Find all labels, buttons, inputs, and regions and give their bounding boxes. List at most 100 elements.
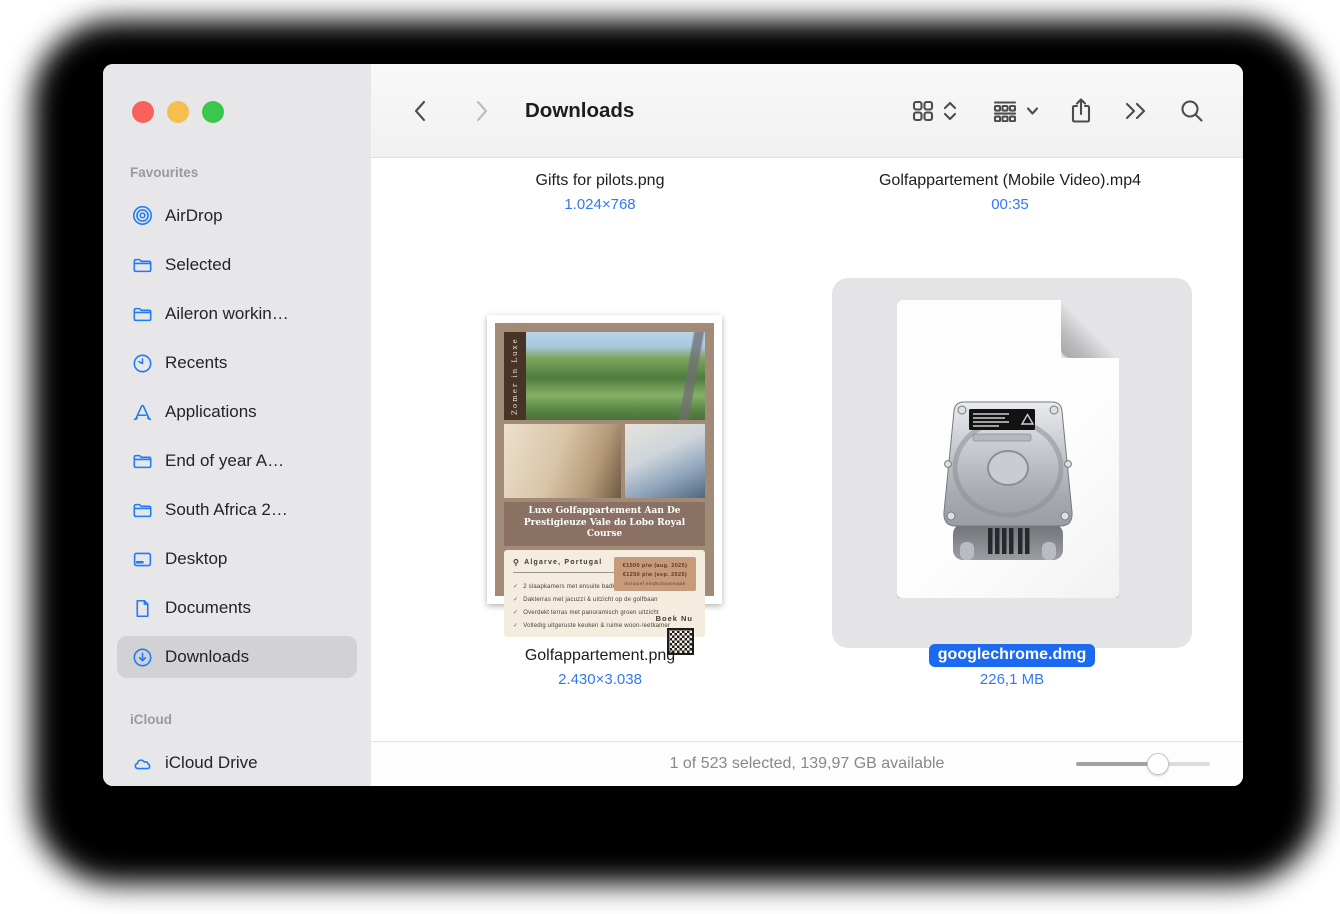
check-icon: ✓ (513, 622, 518, 629)
flyer-photo-livingroom (504, 424, 621, 498)
sidebar-item-label: Recents (165, 353, 227, 373)
double-chevron-right-icon (1123, 101, 1149, 121)
sidebar-item-desktop[interactable]: Desktop (117, 538, 357, 580)
sidebar-item-aileron-working[interactable]: Aileron workin… (117, 293, 357, 335)
document-icon (131, 597, 153, 619)
file-icon-googlechrome-dmg[interactable] (897, 300, 1119, 598)
traffic-lights (132, 101, 224, 123)
sidebar-item-label: Desktop (165, 549, 227, 569)
file-duration: 00:35 (874, 196, 1146, 213)
grid-view-icon (912, 100, 934, 122)
sidebar-item-south-africa[interactable]: South Africa 2… (117, 489, 357, 531)
status-bar: 1 of 523 selected, 139,97 GB available (371, 741, 1243, 786)
file-googlechrome-dmg-label[interactable]: googlechrome.dmg 226,1 MB (830, 644, 1194, 688)
file-size: 226,1 MB (830, 671, 1194, 688)
slider-thumb[interactable] (1147, 753, 1169, 775)
sidebar-section-icloud: iCloud (130, 712, 371, 732)
icloud-icon (131, 752, 153, 774)
share-icon (1069, 97, 1093, 125)
check-icon: ✓ (513, 596, 518, 603)
minimize-button[interactable] (167, 101, 189, 123)
sidebar-item-label: AirDrop (165, 206, 223, 226)
flyer-location: Algarve, Portugal (524, 559, 602, 566)
close-button[interactable] (132, 101, 154, 123)
file-dimensions: 2.430×3.038 (430, 671, 770, 688)
sidebar: Favourites AirDrop Selected Aileron work… (103, 64, 371, 786)
page-curl (1061, 300, 1119, 358)
back-button[interactable] (409, 98, 431, 124)
sidebar-item-recents[interactable]: Recents (117, 342, 357, 384)
sidebar-item-label: Downloads (165, 647, 249, 667)
file-golfappartement-png[interactable]: Golfappartement.png 2.430×3.038 (430, 645, 770, 688)
airdrop-icon (131, 205, 153, 227)
location-pin-icon: ⚲ (513, 558, 520, 567)
selected-file-name: googlechrome.dmg (929, 644, 1095, 667)
check-icon: ✓ (513, 609, 518, 616)
sidebar-item-end-of-year[interactable]: End of year A… (117, 440, 357, 482)
main-area: Downloads (371, 64, 1243, 786)
file-gifts-for-pilots[interactable]: Gifts for pilots.png 1.024×768 (430, 170, 770, 213)
folder-icon (131, 303, 153, 325)
status-text: 1 of 523 selected, 139,97 GB available (670, 755, 945, 773)
sidebar-item-label: Selected (165, 255, 231, 275)
folder-icon (131, 254, 153, 276)
hard-drive-icon (933, 396, 1083, 570)
toolbar: Downloads (371, 64, 1243, 158)
sidebar-item-icloud-drive[interactable]: iCloud Drive (117, 742, 357, 784)
group-by-control[interactable] (993, 100, 1039, 122)
sidebar-item-selected-folder[interactable]: Selected (117, 244, 357, 286)
flyer-feature: Overdekt terras met panoramisch groen ui… (523, 610, 659, 616)
folder-icon (131, 450, 153, 472)
flyer-title: Luxe Golfappartement Aan De Prestigieuze… (504, 502, 705, 546)
search-icon (1179, 98, 1205, 124)
desktop-icon (131, 548, 153, 570)
icon-size-slider[interactable] (1076, 753, 1210, 775)
flyer-graphic: Zomer in Luxe Luxe Golfappartement Aan D… (495, 323, 714, 596)
sidebar-item-label: South Africa 2… (165, 500, 288, 520)
finder-window: Favourites AirDrop Selected Aileron work… (103, 64, 1243, 786)
search-button[interactable] (1179, 98, 1205, 124)
sidebar-item-label: Applications (165, 402, 257, 422)
flyer-photo-golfcourse (526, 332, 705, 420)
flyer-vertical-banner: Zomer in Luxe (504, 332, 526, 420)
more-toolbar-items-button[interactable] (1123, 101, 1149, 121)
sidebar-item-label: Aileron workin… (165, 304, 289, 324)
share-button[interactable] (1069, 97, 1093, 125)
downloads-icon (131, 646, 153, 668)
flyer-photo-bedroom (625, 424, 705, 498)
flyer-price-box: €1500 p/w (aug. 2025) €1250 p/w (sep. 20… (614, 557, 696, 591)
group-by-icon (993, 100, 1017, 122)
file-name: Gifts for pilots.png (430, 170, 770, 192)
file-grid: Gifts for pilots.png 1.024×768 Golfappar… (371, 158, 1243, 741)
clock-icon (131, 352, 153, 374)
file-golfappartement-video[interactable]: Golfappartement (Mobile Video).mp4 00:35 (874, 170, 1146, 213)
flyer-book-now: Boek Nu (656, 614, 693, 623)
file-name: Golfappartement.png (430, 645, 770, 667)
file-dimensions: 1.024×768 (430, 196, 770, 213)
flyer-price-line: €1250 p/w (sep. 2025) (618, 571, 692, 580)
check-icon: ✓ (513, 583, 518, 590)
file-name: Golfappartement (Mobile Video).mp4 (874, 170, 1146, 192)
sidebar-item-airdrop[interactable]: AirDrop (117, 195, 357, 237)
flyer-price-line: inclusief eindschoonmaak (618, 580, 692, 587)
chevron-down-icon (1026, 106, 1039, 116)
file-thumbnail-golfappartement[interactable]: Zomer in Luxe Luxe Golfappartement Aan D… (487, 315, 722, 604)
sidebar-item-label: Documents (165, 598, 251, 618)
zoom-button[interactable] (202, 101, 224, 123)
sidebar-item-documents[interactable]: Documents (117, 587, 357, 629)
slider-fill (1076, 762, 1158, 766)
sidebar-section-favourites: Favourites (130, 165, 371, 185)
chevron-up-down-icon (943, 100, 957, 122)
flyer-feature: Dakterras met jacuzzi & uitzicht op de g… (523, 597, 657, 603)
forward-button[interactable] (471, 98, 493, 124)
sidebar-item-downloads[interactable]: Downloads (117, 636, 357, 678)
applications-icon (131, 401, 153, 423)
window-title: Downloads (525, 99, 634, 123)
view-mode-control[interactable] (912, 100, 957, 122)
sidebar-item-label: End of year A… (165, 451, 284, 471)
sidebar-item-applications[interactable]: Applications (117, 391, 357, 433)
folder-icon (131, 499, 153, 521)
sidebar-item-label: iCloud Drive (165, 753, 258, 773)
flyer-feature: Volledig uitgeruste keuken & ruime woon-… (523, 623, 670, 629)
flyer-info-panel: ⚲ Algarve, Portugal €1500 p/w (aug. 2025… (504, 550, 705, 637)
